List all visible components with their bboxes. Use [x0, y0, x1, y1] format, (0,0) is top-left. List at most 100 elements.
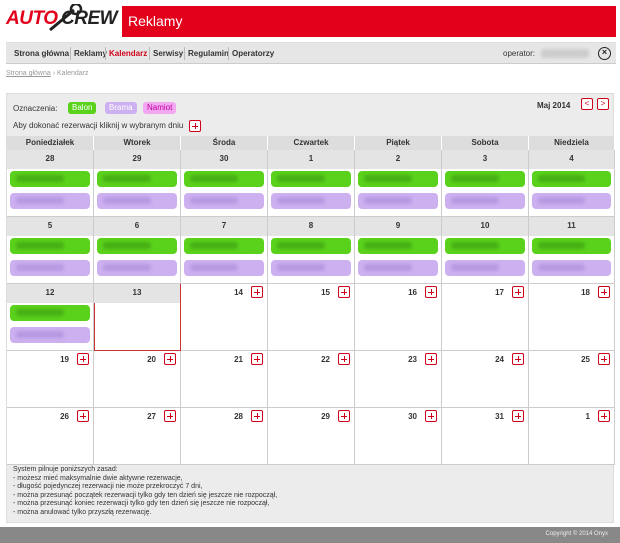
reservation-brama[interactable]	[358, 193, 438, 209]
reservation-brama[interactable]	[445, 260, 525, 276]
reservation-brama[interactable]	[10, 193, 90, 209]
add-reservation-plus-icon[interactable]	[425, 353, 437, 365]
rules-heading: System pilnuje poniższych zasad:	[13, 466, 118, 473]
calendar-day-cell[interactable]: 22	[268, 351, 355, 408]
calendar-day-cell[interactable]: 29	[268, 408, 355, 465]
day-number: 3	[482, 154, 488, 163]
add-reservation-plus-icon[interactable]	[164, 410, 176, 422]
reservation-brama[interactable]	[358, 260, 438, 276]
reservation-balon[interactable]	[532, 171, 611, 187]
reservation-balon[interactable]	[445, 238, 525, 254]
add-reservation-plus-icon[interactable]	[598, 410, 610, 422]
add-reservation-plus-icon[interactable]	[338, 286, 350, 298]
reservation-brama[interactable]	[10, 327, 90, 343]
reservation-brama[interactable]	[445, 193, 525, 209]
calendar-day-cell[interactable]: 23	[355, 351, 442, 408]
add-reservation-plus-icon[interactable]	[512, 353, 524, 365]
nav-item-operators[interactable]: Operatorzy	[232, 49, 274, 58]
logout-close-button[interactable]: ×	[598, 47, 611, 60]
nav-item-rules[interactable]: Regulamin	[188, 49, 229, 58]
calendar-day-cell[interactable]: 31	[442, 408, 529, 465]
add-reservation-plus-icon[interactable]	[512, 410, 524, 422]
calendar-day-cell[interactable]: 14	[181, 284, 268, 351]
calendar-day-cell[interactable]: 19	[7, 351, 94, 408]
reservation-brama[interactable]	[184, 193, 264, 209]
reservation-brama[interactable]	[532, 193, 611, 209]
reservation-label-redacted	[277, 264, 325, 271]
add-reservation-plus-icon[interactable]	[598, 353, 610, 365]
reservation-brama[interactable]	[532, 260, 611, 276]
reservation-brama[interactable]	[97, 260, 177, 276]
add-reservation-plus-icon[interactable]	[251, 353, 263, 365]
add-reservation-plus-icon[interactable]	[251, 286, 263, 298]
reservation-balon[interactable]	[97, 171, 177, 187]
add-reservation-plus-icon[interactable]	[338, 353, 350, 365]
reservation-balon[interactable]	[532, 238, 611, 254]
reservation-label-redacted	[190, 175, 238, 182]
calendar-day-cell[interactable]: 25	[529, 351, 615, 408]
reservation-balon[interactable]	[10, 238, 90, 254]
day-number: 17	[495, 288, 504, 297]
nav-item-calendar[interactable]: Kalendarz	[109, 49, 147, 58]
reservation-balon[interactable]	[184, 238, 264, 254]
reservation-label-redacted	[103, 197, 151, 204]
reservation-balon[interactable]	[271, 238, 351, 254]
reservation-balon[interactable]	[445, 171, 525, 187]
reservation-brama[interactable]	[97, 193, 177, 209]
nav-item-home[interactable]: Strona główna	[14, 49, 69, 58]
reservation-balon[interactable]	[271, 171, 351, 187]
reservation-balon[interactable]	[358, 238, 438, 254]
calendar-day-cell[interactable]: 15	[268, 284, 355, 351]
add-reservation-plus-icon[interactable]	[425, 410, 437, 422]
day-number: 10	[480, 221, 490, 230]
main-nav: Strona główna Reklamy Kalendarz Serwisy …	[6, 42, 616, 64]
reservation-balon[interactable]	[97, 238, 177, 254]
nav-item-services[interactable]: Serwisy	[153, 49, 183, 58]
add-reservation-plus-icon[interactable]	[164, 353, 176, 365]
calendar-day-cell[interactable]: 26	[7, 408, 94, 465]
next-month-button[interactable]: >	[597, 98, 609, 110]
legend-brama: Brama	[105, 102, 137, 114]
reservation-label-redacted	[16, 197, 64, 204]
reservation-brama[interactable]	[271, 260, 351, 276]
calendar-day-cell[interactable]: 18	[529, 284, 615, 351]
day-number: 6	[134, 221, 140, 230]
calendar-day-cell[interactable]: 20	[94, 351, 181, 408]
calendar-day-cell[interactable]: 24	[442, 351, 529, 408]
nav-item-ads[interactable]: Reklamy	[74, 49, 107, 58]
add-reservation-plus-icon[interactable]	[512, 286, 524, 298]
add-reservation-plus-icon[interactable]	[598, 286, 610, 298]
day-number: 31	[495, 412, 504, 421]
weekday-header-thursday: Czwartek	[268, 136, 355, 150]
rule-item: - możesz mieć maksymalnie dwie aktywne r…	[13, 474, 183, 482]
add-reservation-plus-icon[interactable]	[338, 410, 350, 422]
calendar-day-cell[interactable]: 16	[355, 284, 442, 351]
reservation-balon[interactable]	[358, 171, 438, 187]
calendar-day-cell[interactable]: 30	[355, 408, 442, 465]
reservation-balon[interactable]	[10, 171, 90, 187]
calendar-day-cell[interactable]: 27	[94, 408, 181, 465]
calendar-day-cell[interactable]: 17	[442, 284, 529, 351]
reservation-brama[interactable]	[184, 260, 264, 276]
calendar-day-cell: 30	[181, 150, 268, 217]
calendar-day-cell[interactable]: 28	[181, 408, 268, 465]
prev-month-button[interactable]: <	[581, 98, 593, 110]
reservation-brama[interactable]	[10, 260, 90, 276]
add-reservation-plus-icon[interactable]	[251, 410, 263, 422]
add-reservation-plus-icon[interactable]	[77, 353, 89, 365]
legend-balon: Balon	[68, 102, 97, 114]
breadcrumb-home-link[interactable]: Strona główna	[6, 70, 51, 77]
day-number: 9	[395, 221, 401, 230]
reservation-balon[interactable]	[10, 305, 90, 321]
reservation-brama[interactable]	[271, 193, 351, 209]
calendar-day-cell[interactable]: 1	[529, 408, 615, 465]
reservation-label-redacted	[451, 264, 499, 271]
reservation-label-redacted	[364, 242, 412, 249]
add-reservation-plus-icon[interactable]	[425, 286, 437, 298]
reservation-label-redacted	[190, 264, 238, 271]
rule-item: - długość pojedynczej rezerwacji nie moż…	[13, 483, 203, 491]
calendar-day-cell[interactable]: 21	[181, 351, 268, 408]
reservation-balon[interactable]	[184, 171, 264, 187]
autocrew-logo[interactable]: AUTO CREW	[6, 4, 118, 36]
add-reservation-plus-icon[interactable]	[77, 410, 89, 422]
